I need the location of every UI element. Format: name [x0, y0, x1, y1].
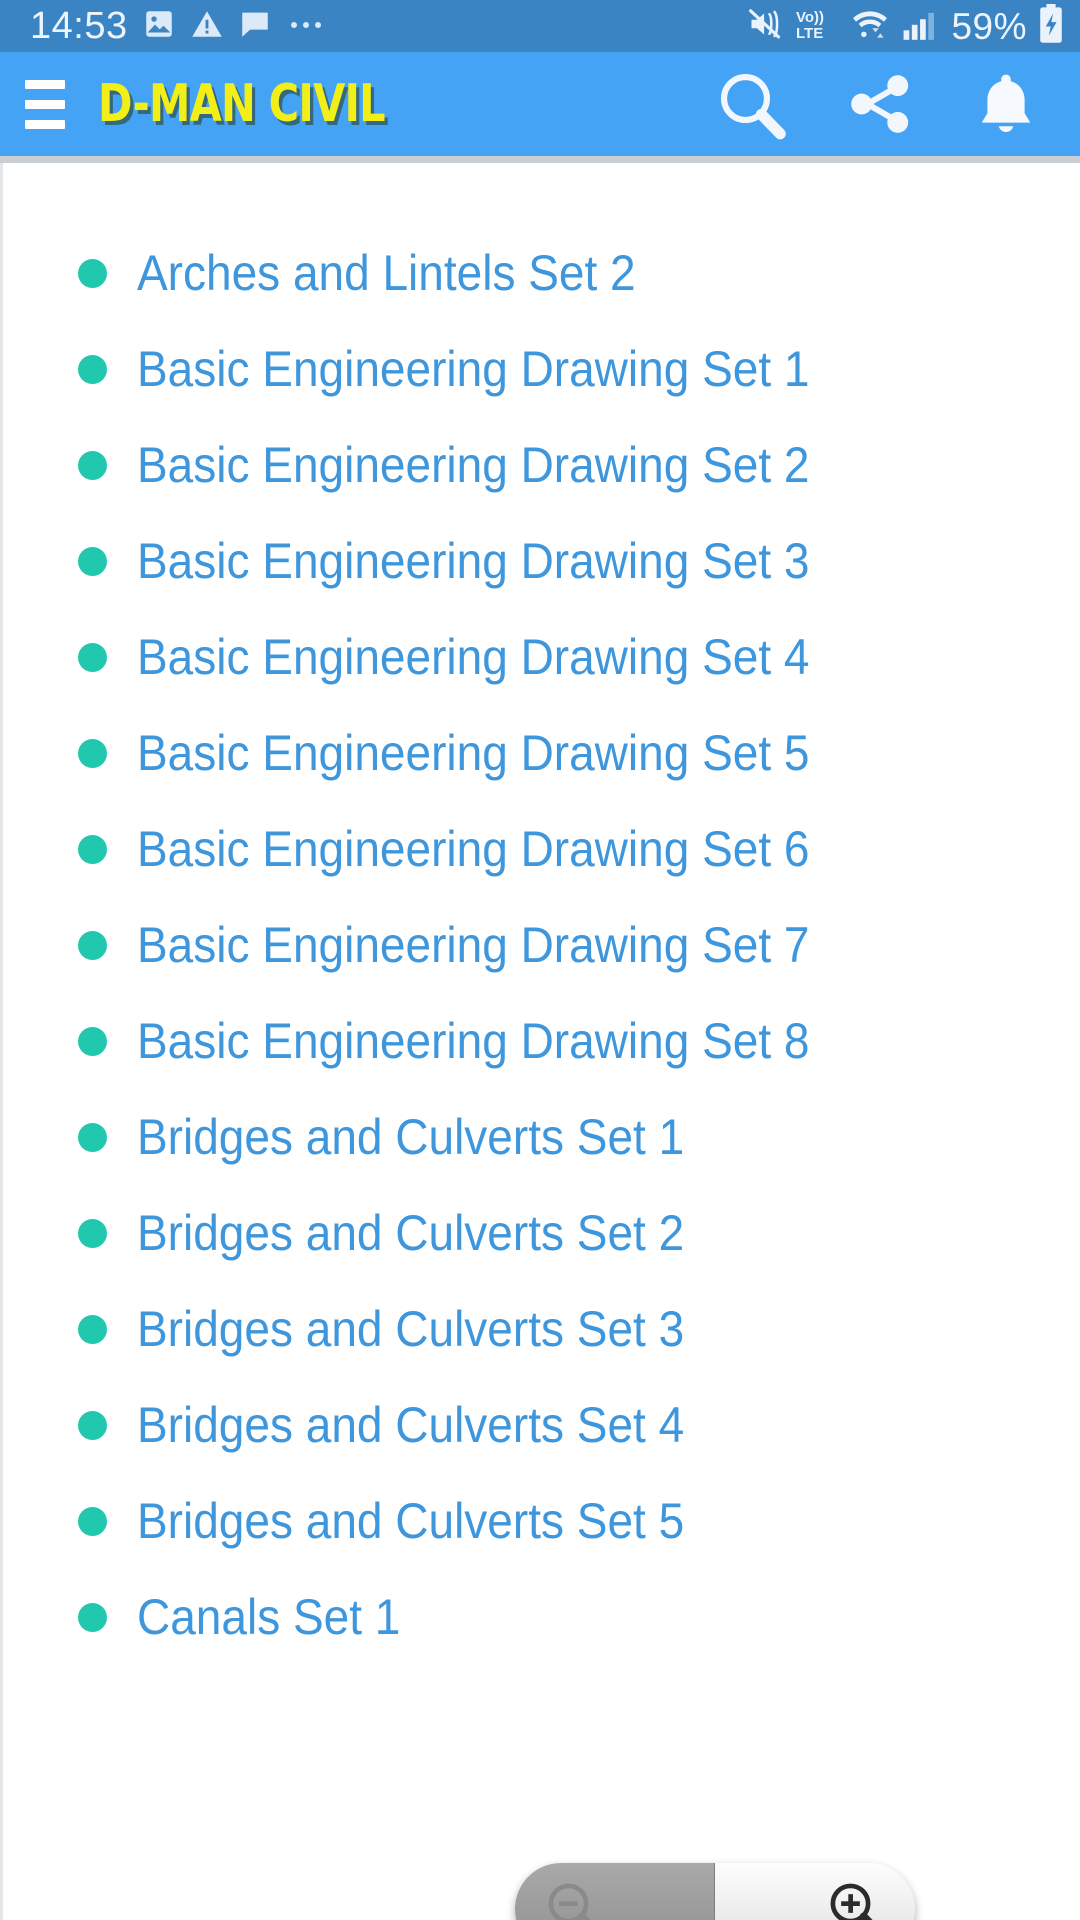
list-item-label: Basic Engineering Drawing Set 8 — [137, 1012, 810, 1069]
notifications-icon[interactable] — [970, 66, 1042, 142]
list-item-label: Basic Engineering Drawing Set 6 — [137, 820, 810, 877]
list-item[interactable]: Bridges and Culverts Set 4 — [3, 1377, 1080, 1473]
signal-bars-icon — [902, 6, 940, 47]
hamburger-bar — [25, 99, 65, 109]
volte-bottom-text: LTE — [796, 25, 823, 42]
battery-percent-label: 59% — [951, 5, 1027, 47]
message-icon — [238, 7, 272, 46]
mute-icon — [747, 6, 783, 47]
bullet-icon — [78, 1602, 107, 1632]
status-bar-clock: 14:53 — [30, 5, 128, 47]
hamburger-bar — [25, 79, 65, 89]
status-bar-right: Vo)) LTE 59% — [747, 3, 1064, 49]
wifi-icon — [849, 6, 891, 47]
bullet-icon — [78, 354, 107, 384]
bullet-icon — [78, 642, 107, 672]
zoom-out-button[interactable] — [515, 1863, 715, 1920]
list-item[interactable]: Arches and Lintels Set 2 — [3, 225, 1080, 321]
list-item-label: Basic Engineering Drawing Set 5 — [137, 724, 810, 781]
list-item[interactable]: Bridges and Culverts Set 5 — [3, 1473, 1080, 1569]
list-item-label: Basic Engineering Drawing Set 3 — [137, 532, 810, 589]
list-item-label: Bridges and Culverts Set 3 — [137, 1300, 685, 1357]
bullet-icon — [78, 834, 107, 864]
list-item-label: Basic Engineering Drawing Set 2 — [137, 436, 810, 493]
list-item[interactable]: Basic Engineering Drawing Set 8 — [3, 993, 1080, 1089]
list-item-label: Bridges and Culverts Set 1 — [137, 1108, 685, 1165]
list-item[interactable]: Basic Engineering Drawing Set 5 — [3, 705, 1080, 801]
list-item-label: Bridges and Culverts Set 2 — [137, 1204, 685, 1261]
zoom-controls — [515, 1863, 915, 1920]
page-title: D-MAN CIVIL — [98, 74, 386, 134]
list-item-label: Bridges and Culverts Set 4 — [137, 1396, 685, 1453]
list-item-label: Basic Engineering Drawing Set 4 — [137, 628, 810, 685]
warning-icon — [190, 7, 224, 46]
bullet-icon — [78, 738, 107, 768]
bullet-icon — [78, 1314, 107, 1344]
bullet-icon — [78, 258, 107, 288]
bullet-icon — [78, 930, 107, 960]
list-item[interactable]: Basic Engineering Drawing Set 4 — [3, 609, 1080, 705]
content-area: Arches and Lintels Set 2 Basic Engineeri… — [0, 163, 1080, 1920]
list-item-label: Basic Engineering Drawing Set 7 — [137, 916, 810, 973]
list-item[interactable]: Basic Engineering Drawing Set 6 — [3, 801, 1080, 897]
app-bar: D-MAN CIVIL — [0, 52, 1080, 156]
bullet-icon — [78, 1122, 107, 1152]
bullet-icon — [78, 546, 107, 576]
share-icon[interactable] — [842, 66, 918, 142]
bullet-icon — [78, 1218, 107, 1248]
list-item-label: Canals Set 1 — [137, 1588, 401, 1645]
list-item[interactable]: Bridges and Culverts Set 1 — [3, 1089, 1080, 1185]
bullet-icon — [78, 1410, 107, 1440]
more-icon — [286, 7, 330, 46]
list-item[interactable]: Basic Engineering Drawing Set 3 — [3, 513, 1080, 609]
status-bar-left: 14:53 — [30, 7, 330, 46]
battery-charging-icon — [1038, 3, 1064, 49]
list-item[interactable]: Basic Engineering Drawing Set 2 — [3, 417, 1080, 513]
status-bar: 14:53 Vo)) LTE 59% — [0, 0, 1080, 52]
app-bar-actions — [712, 65, 1054, 143]
list-item-label: Basic Engineering Drawing Set 1 — [137, 340, 810, 397]
bullet-icon — [78, 450, 107, 480]
list-item[interactable]: Basic Engineering Drawing Set 1 — [3, 321, 1080, 417]
list-item[interactable]: Canals Set 1 — [3, 1569, 1080, 1665]
hamburger-bar — [25, 119, 65, 129]
list-item-label: Bridges and Culverts Set 5 — [137, 1492, 685, 1549]
list-item[interactable]: Basic Engineering Drawing Set 7 — [3, 897, 1080, 993]
list-item-label: Arches and Lintels Set 2 — [137, 244, 636, 301]
bullet-icon — [78, 1506, 107, 1536]
volte-icon: Vo)) LTE — [794, 4, 838, 49]
bullet-icon — [78, 1026, 107, 1056]
list-item[interactable]: Bridges and Culverts Set 3 — [3, 1281, 1080, 1377]
topic-list: Arches and Lintels Set 2 Basic Engineeri… — [3, 163, 1080, 1665]
hamburger-menu-icon[interactable] — [14, 73, 76, 135]
image-icon — [142, 7, 176, 46]
zoom-in-button[interactable] — [715, 1863, 915, 1920]
volte-top-text: Vo)) — [796, 9, 824, 26]
list-item[interactable]: Bridges and Culverts Set 2 — [3, 1185, 1080, 1281]
app-bar-divider — [0, 156, 1080, 163]
search-icon[interactable] — [712, 65, 790, 143]
